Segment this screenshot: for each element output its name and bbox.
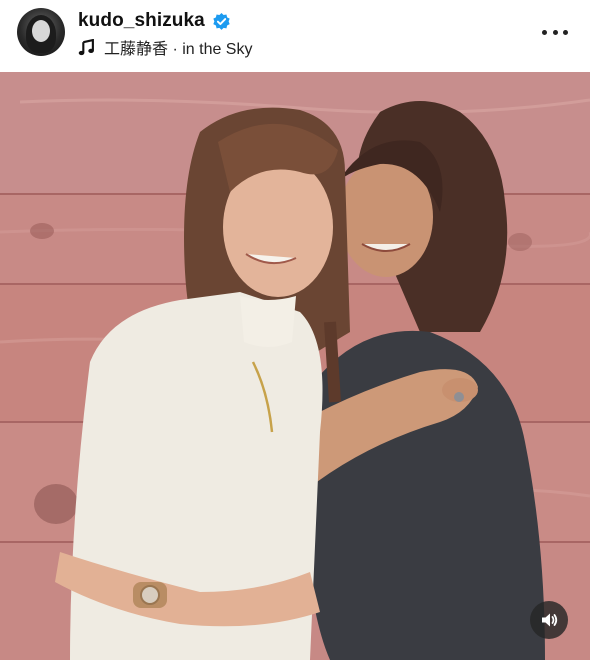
more-options-icon[interactable] — [542, 22, 568, 42]
post-photo[interactable] — [0, 72, 590, 660]
volume-icon[interactable] — [530, 601, 568, 639]
profile-avatar[interactable] — [17, 8, 65, 56]
music-label: 工藤静香 · in the Sky — [104, 41, 253, 58]
music-row[interactable]: 工藤静香 · in the Sky — [78, 36, 252, 58]
photo-illustration — [0, 72, 590, 660]
username-row: kudo_shizuka — [78, 9, 231, 33]
music-note-icon — [78, 38, 94, 55]
username[interactable]: kudo_shizuka — [78, 10, 205, 32]
post-header: kudo_shizuka 工藤静香 · in the Sky — [0, 0, 590, 72]
verified-badge-icon — [213, 12, 230, 30]
